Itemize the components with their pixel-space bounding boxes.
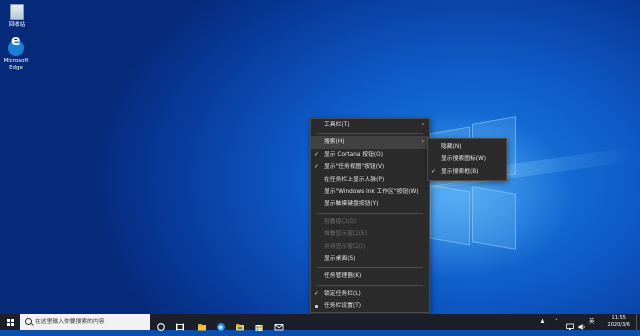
folder-icon[interactable]	[235, 317, 245, 331]
checkmark-icon: ✓	[314, 163, 320, 171]
menu-item-label: 显示"任务视图"按钮(V)	[324, 164, 385, 171]
menu-item-label: 在任务栏上显示人脉(P)	[324, 176, 385, 183]
checkmark-icon: ✓	[314, 150, 320, 158]
menu-item-label: 任务栏设置(T)	[324, 303, 362, 310]
store-icon[interactable]	[254, 317, 264, 331]
task-view-icon[interactable]	[175, 317, 185, 331]
menu-item-label: 显示桌面(S)	[324, 255, 356, 262]
tray-chevron-up-icon[interactable]: ˄	[555, 314, 558, 330]
menu-item-stack-windows: 堆叠显示窗口(E)	[311, 228, 429, 240]
menu-item-cascade-windows: 层叠窗口(D)	[311, 216, 429, 228]
search-icon	[25, 318, 32, 325]
menu-item-label: 显示 Cortana 按钮(O)	[324, 151, 383, 158]
menu-item-label: 显示搜索框(B)	[441, 168, 479, 175]
menu-item-show-task-view[interactable]: ✓ 显示"任务视图"按钮(V)	[311, 161, 429, 173]
menu-item-side-by-side: 并排显示窗口(I)	[311, 241, 429, 253]
menu-item-label: 显示触摸键盘按钮(Y)	[324, 201, 379, 208]
tray-network-icon[interactable]	[565, 317, 575, 330]
menu-separator	[317, 133, 423, 135]
menu-item-show-ink-workspace[interactable]: 显示"Windows Ink 工作区"按钮(W)	[311, 186, 429, 198]
desktop: 回收站 Microsoft Edge 工具栏(T) › 搜索(H) › ✓ 显示…	[0, 0, 640, 314]
edge-icon	[8, 38, 24, 56]
chevron-right-icon: ›	[421, 138, 424, 146]
clock[interactable]: 11:55 2020/3/6	[608, 315, 630, 328]
checkmark-icon: ✓	[431, 167, 437, 175]
menu-separator	[317, 284, 423, 286]
menu-item-label: 并排显示窗口(I)	[324, 243, 366, 250]
search-placeholder: 在这里输入你要搜索的内容	[35, 319, 105, 325]
chevron-right-icon: ›	[421, 121, 424, 128]
ime-indicator[interactable]: 英	[589, 314, 595, 330]
menu-item-label: 工具栏(T)	[324, 122, 350, 128]
menu-item-label: 显示搜索图标(W)	[441, 156, 487, 163]
menu-item-label: 锁定任务栏(L)	[324, 290, 361, 297]
menu-separator	[317, 212, 423, 214]
menu-item-taskbar-settings[interactable]: 任务栏设置(T)	[311, 300, 429, 312]
submenu-item-hidden[interactable]: 隐藏(N)	[428, 141, 506, 153]
menu-item-show-touch-keyboard[interactable]: 显示触摸键盘按钮(Y)	[311, 198, 429, 210]
edge-icon[interactable]: e	[216, 317, 226, 332]
desktop-icon-edge[interactable]: Microsoft Edge	[0, 38, 33, 72]
menu-item-label: 隐藏(N)	[441, 144, 462, 150]
menu-item-show-people[interactable]: 在任务栏上显示人脉(P)	[311, 174, 429, 186]
show-desktop-button[interactable]	[636, 314, 640, 330]
windows-logo-icon	[6, 318, 14, 326]
taskbar-context-menu: 工具栏(T) › 搜索(H) › ✓ 显示 Cortana 按钮(O) ✓ 显示…	[310, 118, 430, 314]
recycle-bin-icon	[10, 4, 24, 20]
menu-item-label: 堆叠显示窗口(E)	[324, 231, 367, 238]
search-submenu: 隐藏(N) 显示搜索图标(W) ✓ 显示搜索框(B)	[427, 138, 507, 182]
wallpaper-logo-pane	[430, 184, 470, 246]
tray-people-icon[interactable]: ♟	[540, 314, 545, 330]
menu-item-label: 显示"Windows Ink 工作区"按钮(W)	[324, 188, 419, 195]
start-button[interactable]	[0, 314, 20, 330]
clock-date: 2020/3/6	[607, 321, 630, 328]
menu-item-show-desktop[interactable]: 显示桌面(S)	[311, 253, 429, 265]
taskbar: 在这里输入你要搜索的内容 e ♟ ˄ 英 11:55 2020/3/6	[0, 314, 640, 332]
menu-item-toolbars[interactable]: 工具栏(T) ›	[311, 119, 429, 131]
menu-item-task-manager[interactable]: 任务管理器(K)	[311, 270, 429, 282]
menu-separator	[317, 267, 423, 269]
desktop-icon-recycle-bin[interactable]: 回收站	[0, 4, 34, 29]
menu-item-label: 层叠窗口(D)	[324, 218, 357, 225]
submenu-item-show-search-box[interactable]: ✓ 显示搜索框(B)	[428, 166, 506, 178]
svg-text:e: e	[218, 324, 223, 332]
file-explorer-icon[interactable]	[197, 317, 207, 331]
menu-item-label: 任务管理器(K)	[324, 273, 362, 280]
menu-item-show-cortana[interactable]: ✓ 显示 Cortana 按钮(O)	[311, 149, 429, 161]
menu-item-search[interactable]: 搜索(H) ›	[311, 136, 429, 149]
mail-icon[interactable]	[274, 317, 284, 331]
cortana-icon[interactable]	[156, 317, 166, 331]
tray-volume-icon[interactable]	[577, 317, 587, 330]
menu-item-lock-taskbar[interactable]: ✓ 锁定任务栏(L)	[311, 288, 429, 300]
desktop-icon-label: Microsoft Edge	[3, 58, 29, 71]
desktop-icon-label: 回收站	[8, 22, 26, 28]
wallpaper-logo-pane	[472, 186, 516, 250]
menu-item-label: 搜索(H)	[324, 139, 345, 146]
submenu-item-show-search-icon[interactable]: 显示搜索图标(W)	[428, 153, 506, 165]
checkmark-icon: ✓	[314, 289, 320, 297]
gear-icon	[315, 304, 319, 308]
taskbar-search-box[interactable]: 在这里输入你要搜索的内容	[20, 314, 150, 330]
